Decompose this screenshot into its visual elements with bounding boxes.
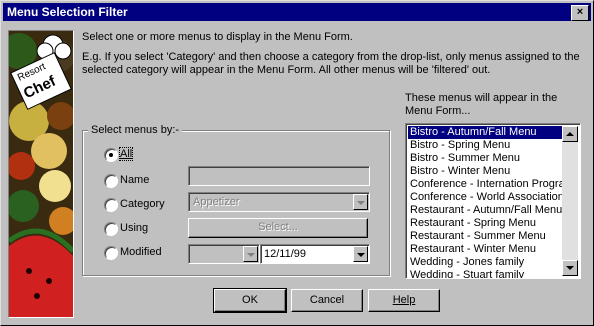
radio-category-label[interactable]: Category: [120, 198, 165, 210]
list-item[interactable]: Restaurant - Autumn/Fall Menu: [408, 204, 563, 217]
list-item[interactable]: Bistro - Autumn/Fall Menu: [408, 126, 563, 139]
list-item[interactable]: Bistro - Spring Menu: [408, 139, 563, 152]
modified-date-dropdown[interactable]: 12/11/99: [260, 244, 370, 264]
radio-using[interactable]: [104, 222, 118, 236]
radio-all[interactable]: [104, 148, 118, 162]
modified-operator-dropdown[interactable]: [188, 244, 260, 264]
cancel-button-label: Cancel: [309, 294, 345, 306]
scroll-up-arrow-icon[interactable]: [562, 126, 578, 142]
list-item[interactable]: Wedding - Jones family: [408, 256, 563, 269]
radio-category[interactable]: [104, 198, 118, 212]
cancel-button[interactable]: Cancel: [291, 289, 363, 312]
select-button-label: Select...: [258, 221, 298, 233]
list-item[interactable]: Bistro - Summer Menu: [408, 152, 563, 165]
radio-modified-label[interactable]: Modified: [120, 246, 162, 258]
list-item[interactable]: Bistro - Winter Menu: [408, 165, 563, 178]
category-value: Appetizer: [193, 196, 240, 208]
list-heading-line-1: These menus will appear in the: [405, 92, 558, 104]
ok-button[interactable]: OK: [213, 288, 287, 313]
list-item[interactable]: Restaurant - Winter Menu: [408, 243, 563, 256]
title-bar[interactable]: Menu Selection Filter ×: [3, 3, 591, 21]
radio-modified[interactable]: [104, 246, 118, 260]
list-item[interactable]: Wedding - Stuart family: [408, 269, 563, 278]
food-photo-image: Resort Chef: [8, 30, 74, 318]
modified-date-value: 12/11/99: [264, 248, 307, 260]
list-scrollbar[interactable]: [562, 126, 578, 276]
intro-line-3: selected category will appear in the Men…: [82, 64, 491, 76]
radio-all-label[interactable]: All: [118, 147, 134, 161]
list-item[interactable]: Conference - World Association: [408, 191, 563, 204]
intro-line-2: E.g. If you select 'Category' and then c…: [82, 51, 580, 63]
window-title: Menu Selection Filter: [7, 5, 128, 19]
groupbox-label: Select menus by:-: [88, 124, 183, 136]
radio-name[interactable]: [104, 174, 118, 188]
list-heading-line-2: Menu Form...: [405, 105, 471, 117]
scroll-down-arrow-icon[interactable]: [562, 260, 578, 276]
help-button-label: Help: [392, 294, 416, 306]
name-input[interactable]: [188, 166, 370, 186]
chevron-down-icon[interactable]: [353, 194, 368, 210]
select-button[interactable]: Select...: [188, 218, 368, 238]
menu-list-items: Bistro - Autumn/Fall Menu Bistro - Sprin…: [408, 126, 563, 278]
close-button[interactable]: ×: [571, 5, 589, 21]
list-item[interactable]: Restaurant - Spring Menu: [408, 217, 563, 230]
list-item[interactable]: Restaurant - Summer Menu: [408, 230, 563, 243]
ok-button-label: OK: [242, 294, 258, 306]
radio-using-label[interactable]: Using: [120, 222, 148, 234]
list-item[interactable]: Conference - Internation Program: [408, 178, 563, 191]
menu-listbox[interactable]: Bistro - Autumn/Fall Menu Bistro - Sprin…: [405, 123, 581, 279]
chevron-down-icon[interactable]: [243, 246, 258, 262]
radio-name-label[interactable]: Name: [120, 174, 149, 186]
category-dropdown[interactable]: Appetizer: [188, 192, 370, 212]
radio-selected-dot: [109, 153, 113, 157]
intro-line-1: Select one or more menus to display in t…: [82, 31, 353, 43]
chevron-down-icon[interactable]: [353, 246, 368, 262]
help-button[interactable]: Help: [368, 289, 440, 312]
